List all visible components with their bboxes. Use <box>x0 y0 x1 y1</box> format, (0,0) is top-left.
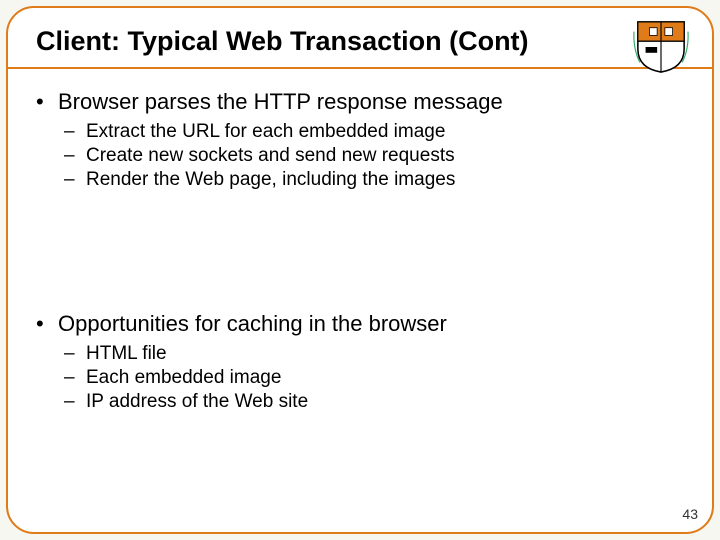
bullet-level1: • Browser parses the HTTP response messa… <box>36 89 684 115</box>
bullet-level1: • Opportunities for caching in the brows… <box>36 311 684 337</box>
bullet-text: Render the Web page, including the image… <box>86 169 455 191</box>
bullet-level2: – Extract the URL for each embedded imag… <box>64 121 684 143</box>
bullet-text: Create new sockets and send new requests <box>86 145 455 167</box>
page-number: 43 <box>682 506 698 522</box>
dash-icon: – <box>64 367 78 389</box>
dash-icon: – <box>64 121 78 143</box>
bullet-text: Extract the URL for each embedded image <box>86 121 445 143</box>
dash-icon: – <box>64 145 78 167</box>
bullet-level2: – Each embedded image <box>64 367 684 389</box>
bullet-level2: – HTML file <box>64 343 684 365</box>
slide-body: • Browser parses the HTTP response messa… <box>36 69 684 413</box>
bullet-text: IP address of the Web site <box>86 391 308 413</box>
slide-title: Client: Typical Web Transaction (Cont) <box>36 26 684 67</box>
bullet-level2: – IP address of the Web site <box>64 391 684 413</box>
princeton-shield-logo <box>632 20 690 74</box>
bullet-text: Browser parses the HTTP response message <box>58 89 503 115</box>
bullet-text: HTML file <box>86 343 167 365</box>
dash-icon: – <box>64 391 78 413</box>
bullet-level2: – Render the Web page, including the ima… <box>64 169 684 191</box>
bullet-text: Each embedded image <box>86 367 281 389</box>
slide-frame: Client: Typical Web Transaction (Cont) •… <box>6 6 714 534</box>
bullet-dot-icon: • <box>36 89 50 115</box>
dash-icon: – <box>64 343 78 365</box>
dash-icon: – <box>64 169 78 191</box>
bullet-text: Opportunities for caching in the browser <box>58 311 447 337</box>
bullet-dot-icon: • <box>36 311 50 337</box>
bullet-level2: – Create new sockets and send new reques… <box>64 145 684 167</box>
